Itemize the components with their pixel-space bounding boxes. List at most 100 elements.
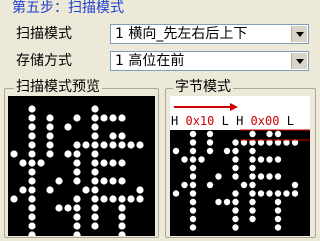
glyph-dot [189,173,197,180]
glyph-dot [223,198,231,206]
glyph-dot [91,159,99,167]
glyph-dot [100,114,108,122]
glyph-dot [118,132,126,140]
glyph-dot [73,195,81,203]
glyph-dot [274,198,282,206]
glyph-dot [91,114,99,122]
glyph-dot [181,181,188,189]
glyph-dot [206,147,214,155]
glyph-dot [91,105,99,113]
glyph-dot [118,204,126,212]
glyph-dot [266,130,273,138]
glyph-dot [73,222,81,230]
glyph-dot [109,159,117,167]
glyph-dot [291,190,299,197]
glyph-dot [232,198,239,206]
byte-hex-2: 0x00 [250,114,280,128]
glyph-dot [109,195,117,203]
glyph-dot [28,213,36,221]
glyph-dot [274,207,282,214]
high-marker: H [171,114,179,128]
glyph-dot [189,164,197,172]
glyph-dot [127,141,135,149]
glyph-dot [118,213,126,221]
scan-mode-select[interactable]: 1 横向_先左右后上下 [110,24,309,44]
glyph-dot [91,195,99,203]
glyph-dot [28,204,36,212]
glyph-dot [37,159,45,167]
glyph-dot [189,156,197,163]
glyph-dot [189,139,197,146]
glyph-dot [215,198,222,206]
glyph-dot [91,132,99,140]
glyph-dot [82,186,90,194]
glyph-dot [64,204,72,212]
glyph-dot [46,141,54,149]
glyph-dot [249,181,256,189]
chevron-down-icon[interactable] [291,26,307,42]
glyph-dot [232,164,239,172]
glyph-dot [266,173,273,180]
glyph-dot [91,141,99,149]
glyph-dot [232,173,239,180]
glyph-dot [274,224,282,231]
glyph-dot [109,132,117,140]
storage-mode-select[interactable]: 1 高位在前 [110,51,309,71]
glyph-dot [64,123,72,131]
glyph-dot [55,204,63,212]
glyph-dot [249,173,256,180]
glyph-dot [257,173,265,180]
glyph-dot [266,190,273,197]
glyph-dot [249,190,256,197]
glyph-dot [118,177,126,185]
glyph-dot [249,130,256,138]
glyph-dot [73,213,81,221]
glyph-dot [189,130,197,138]
glyph-dot [274,215,282,223]
glyph-dot [189,147,197,155]
glyph-dot [181,156,188,163]
glyph-dot [274,190,282,197]
glyph-dot [28,231,36,236]
glyph-dot [127,195,135,203]
glyph-dot [100,141,108,149]
glyph-dot [55,177,63,185]
glyph-dot [10,150,18,158]
glyph-dot [73,231,81,236]
glyph-dot [91,123,99,131]
glyph-dot [91,222,99,230]
glyph-dot [46,123,54,131]
glyph-dot [274,130,282,138]
glyph-dot [28,132,36,140]
glyph-dot [46,150,54,158]
glyph-dot [91,204,99,212]
glyph-dot [73,159,81,167]
glyph-dot [100,177,108,185]
glyph-dot [232,147,239,155]
chevron-down-icon[interactable] [291,53,307,69]
glyph-dot [46,114,54,122]
scan-preview-title: 扫描模式预览 [14,79,102,95]
glyph-dot [249,198,256,206]
glyph-dot [100,195,108,203]
glyph-dot [73,114,81,122]
glyph-dot [249,156,256,163]
byte-hex-1: 0x10 [185,114,215,128]
glyph-dot [118,195,126,203]
glyph-dot [274,156,282,163]
low-marker: L [286,114,294,128]
glyph-dot [189,215,197,223]
scan-preview-canvas [8,96,155,236]
byte-mode-title: 字节模式 [173,79,233,95]
glyph-dot [91,168,99,176]
step-title: 第五步：扫描模式 [12,0,124,16]
glyph-dot [257,190,265,197]
glyph-dot [240,181,248,189]
glyph-dot [249,164,256,172]
storage-mode-value: 1 高位在前 [115,53,185,69]
glyph-dot [73,168,81,176]
glyph-dot [28,123,36,131]
glyph-dot [257,156,265,163]
scan-mode-value: 1 横向_先左右后上下 [115,26,248,42]
low-marker: L [221,114,229,128]
